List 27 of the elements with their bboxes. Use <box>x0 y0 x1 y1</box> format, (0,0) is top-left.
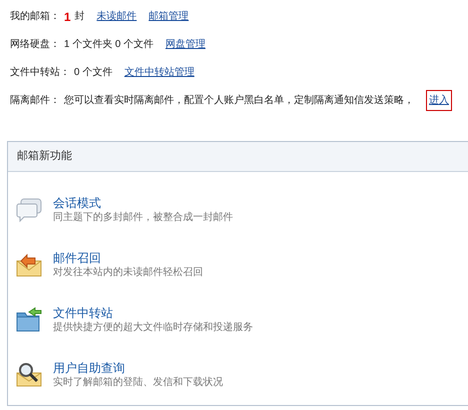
chat-bubbles-icon <box>15 197 43 223</box>
feature-description: 对发往本站内的未读邮件轻松召回 <box>53 266 203 279</box>
link[interactable]: 未读邮件 <box>96 9 137 24</box>
summary-text: 0 个文件 <box>74 66 112 80</box>
feature-description: 实时了解邮箱的登陆、发信和下载状况 <box>53 376 223 389</box>
link[interactable]: 邮箱管理 <box>148 9 189 24</box>
link[interactable]: 进入 <box>426 90 452 111</box>
folder-arrow-icon <box>15 307 43 333</box>
row-label: 网络硬盘： <box>10 38 60 52</box>
row-label: 隔离邮件： <box>10 94 60 108</box>
summary-text: 1 个文件夹 0 个文件 <box>64 38 154 52</box>
panel-title: 邮箱新功能 <box>17 148 72 164</box>
link[interactable]: 文件中转站管理 <box>124 65 194 80</box>
row-label: 文件中转站： <box>10 66 70 80</box>
feature-title[interactable]: 用户自助查询 <box>53 361 223 376</box>
feature-description: 提供快捷方便的超大文件临时存储和投递服务 <box>53 321 253 334</box>
unread-count: 1 <box>64 8 71 26</box>
feature-title[interactable]: 会话模式 <box>53 196 233 211</box>
envelope-arrow-icon <box>15 252 43 278</box>
summary-text: 您可以查看实时隔离邮件，配置个人账户黑白名单，定制隔离通知信发送策略， <box>64 94 414 108</box>
feature-description: 同主题下的多封邮件，被整合成一封邮件 <box>53 211 233 224</box>
summary-text: 封 <box>74 10 85 24</box>
feature-title[interactable]: 文件中转站 <box>53 306 253 321</box>
feature-title[interactable]: 邮件召回 <box>53 251 203 266</box>
row-label: 我的邮箱： <box>10 10 60 24</box>
link[interactable]: 网盘管理 <box>165 37 206 52</box>
envelope-magnifier-icon <box>15 362 43 388</box>
